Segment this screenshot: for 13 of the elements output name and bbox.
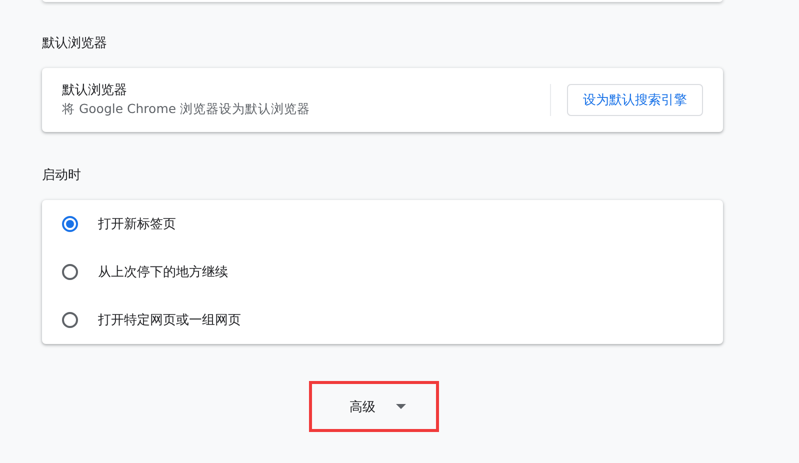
option-label: 从上次停下的地方继续 bbox=[98, 264, 228, 281]
setting-description: 将 Google Chrome 浏览器设为默认浏览器 bbox=[62, 100, 312, 118]
option-label: 打开新标签页 bbox=[98, 216, 176, 233]
option-label: 打开特定网页或一组网页 bbox=[98, 312, 241, 329]
section-title: 默认浏览器 bbox=[42, 35, 108, 53]
section-title: 启动时 bbox=[42, 167, 82, 185]
set-default-button[interactable]: 设为默认搜索引擎 bbox=[567, 84, 703, 116]
caret-icon bbox=[396, 404, 406, 409]
setting-label: 默认浏览器 bbox=[62, 82, 128, 100]
radio-button[interactable] bbox=[62, 264, 78, 280]
radio-button[interactable] bbox=[62, 312, 78, 328]
advanced-button[interactable]: 高级 bbox=[308, 381, 438, 432]
radio-button[interactable] bbox=[62, 216, 78, 232]
